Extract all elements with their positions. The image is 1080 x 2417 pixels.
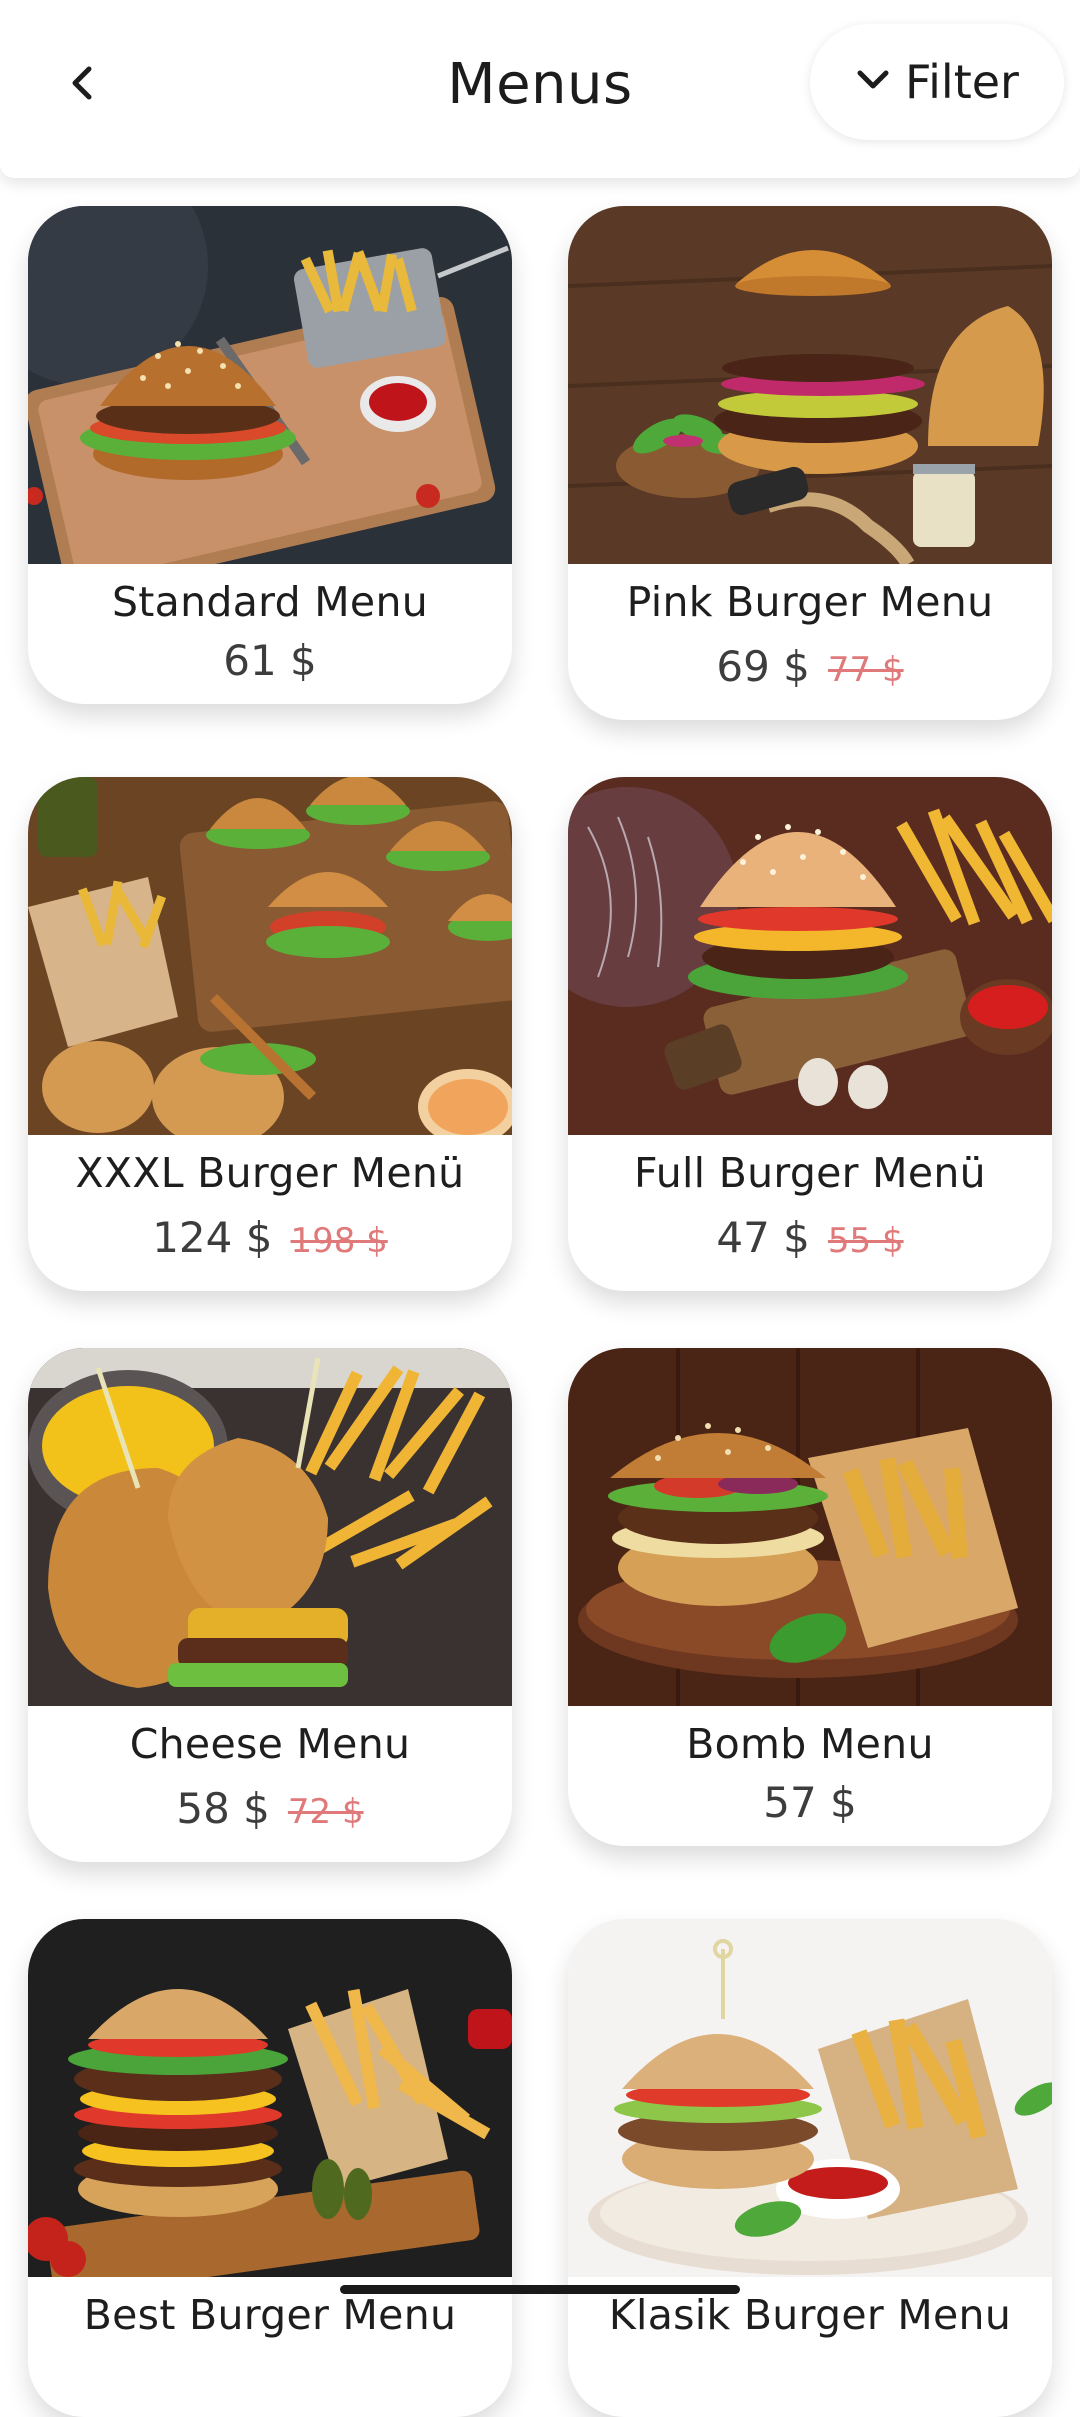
price-row: 61 $: [28, 636, 512, 685]
menu-name: Klasik Burger Menu: [608, 2291, 1012, 2339]
menu-name: Pink Burger Menu: [626, 578, 994, 626]
menu-card-klasik-burger[interactable]: Klasik Burger Menu: [568, 1919, 1052, 2417]
back-button[interactable]: [52, 50, 112, 120]
menu-name: Full Burger Menü: [634, 1149, 986, 1197]
menu-name: Bomb Menu: [686, 1720, 934, 1768]
menu-image-bomb: [568, 1348, 1052, 1706]
menu-old-price: 77 $: [827, 650, 904, 690]
menu-name: Best Burger Menu: [83, 2291, 457, 2339]
menu-old-price: 198 $: [290, 1221, 388, 1261]
menu-card-standard[interactable]: Standard Menu 61 $: [28, 206, 512, 704]
menu-card-best-burger[interactable]: Best Burger Menu: [28, 1919, 512, 2417]
app-header: Menus Filter: [0, 0, 1080, 178]
menu-card-full-burger[interactable]: Full Burger Menü 47 $ 55 $: [568, 777, 1052, 1291]
menu-name: XXXL Burger Menü: [75, 1149, 465, 1197]
menu-card-bomb[interactable]: Bomb Menu 57 $: [568, 1348, 1052, 1846]
menu-price: 124 $: [152, 1213, 273, 1262]
price-row: 57 $: [568, 1778, 1052, 1827]
menu-old-price: 55 $: [827, 1221, 904, 1261]
menu-image-best-burger: [28, 1919, 512, 2277]
menu-image-full-burger: [568, 777, 1052, 1135]
filter-label: Filter: [905, 55, 1019, 109]
menu-image-cheese: [28, 1348, 512, 1706]
price-row: 69 $ 77 $: [568, 642, 1052, 691]
menu-image-xxxl-burger: [28, 777, 512, 1135]
menu-price: 61 $: [223, 636, 317, 685]
menu-card-xxxl-burger[interactable]: XXXL Burger Menü 124 $ 198 $: [28, 777, 512, 1291]
menu-card-cheese[interactable]: Cheese Menu 58 $ 72 $: [28, 1348, 512, 1862]
menu-old-price: 72 $: [287, 1792, 364, 1832]
chevron-left-icon: [67, 61, 97, 109]
price-row: 58 $ 72 $: [28, 1784, 512, 1833]
menu-name: Standard Menu: [111, 578, 429, 626]
price-row: 47 $ 55 $: [568, 1213, 1052, 1262]
price-row: 124 $ 198 $: [28, 1213, 512, 1262]
menu-image-standard: [28, 206, 512, 564]
menu-image-klasik-burger: [568, 1919, 1052, 2277]
chevron-down-icon: [855, 68, 891, 96]
home-indicator[interactable]: [340, 2285, 740, 2294]
menu-image-pink-burger: [568, 206, 1052, 564]
menu-price: 58 $: [176, 1784, 270, 1833]
menu-price: 57 $: [763, 1778, 857, 1827]
menu-name: Cheese Menu: [129, 1720, 411, 1768]
menu-price: 47 $: [716, 1213, 810, 1262]
filter-button[interactable]: Filter: [810, 24, 1064, 140]
menu-card-pink-burger[interactable]: Pink Burger Menu 69 $ 77 $: [568, 206, 1052, 720]
menu-price: 69 $: [716, 642, 810, 691]
